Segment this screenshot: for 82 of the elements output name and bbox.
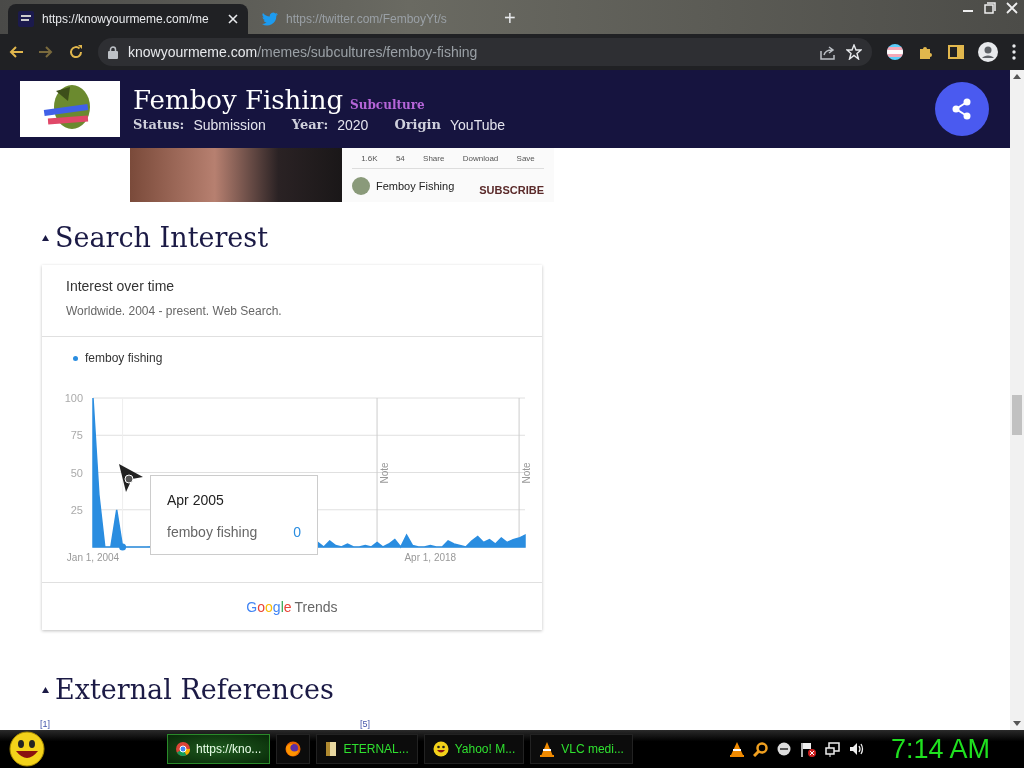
book-icon: [325, 741, 338, 757]
y-tick-label: 75: [70, 429, 83, 442]
taskbar-button[interactable]: [276, 734, 311, 764]
flag-extension-icon[interactable]: [886, 43, 904, 61]
reload-icon[interactable]: [68, 44, 84, 60]
close-icon[interactable]: [1006, 2, 1018, 14]
video-action-label[interactable]: Download: [462, 153, 499, 163]
section-heading: Search Interest: [55, 222, 269, 253]
collapse-triangle-icon[interactable]: [42, 234, 49, 241]
page-title: Femboy Fishing: [133, 85, 344, 115]
google-logo: Google: [246, 598, 292, 615]
puzzle-icon[interactable]: [918, 44, 934, 60]
menu-icon[interactable]: [1012, 44, 1016, 60]
new-tab-button[interactable]: +: [496, 4, 524, 34]
chrome-icon: [176, 742, 190, 756]
smiley-start-icon[interactable]: [8, 731, 46, 767]
video-action-label[interactable]: Share: [423, 153, 445, 163]
traffic-cone-icon[interactable]: [729, 741, 744, 757]
y-tick-label: 50: [70, 466, 83, 479]
scroll-down-icon[interactable]: [1013, 721, 1021, 726]
y-tick-label: 25: [70, 503, 83, 516]
video-action-label[interactable]: Save: [516, 153, 535, 163]
subscribe-button[interactable]: SUBSCRIBE: [479, 183, 544, 196]
video-action-label[interactable]: 1.6K: [361, 153, 378, 163]
restore-icon[interactable]: [984, 2, 996, 14]
field-label: Origin: [394, 117, 441, 133]
tooltip-value: 0: [293, 524, 301, 540]
category-link[interactable]: Subculture: [350, 98, 425, 112]
forward-icon[interactable]: [38, 44, 54, 60]
card-subtitle: Worldwide. 2004 - present. Web Search.: [66, 304, 283, 318]
scroll-up-icon[interactable]: [1013, 74, 1021, 79]
channel-name[interactable]: Femboy Fishing: [376, 179, 455, 192]
traffic-cone-icon: [539, 741, 556, 757]
bird-icon: [262, 12, 278, 26]
firefox-icon: [285, 741, 302, 757]
field-label: Status:: [133, 117, 185, 133]
field-value: YouTube: [450, 117, 506, 133]
field-value: 2020: [337, 117, 369, 133]
legend-label: femboy fishing: [85, 351, 163, 365]
browser-tab[interactable]: https://knowyourmeme.com/me: [8, 4, 248, 34]
star-icon[interactable]: [846, 44, 862, 60]
sidebar-icon[interactable]: [948, 44, 964, 60]
taskbar-button[interactable]: VLC medi...: [530, 734, 633, 764]
cursor-icon: [118, 463, 144, 493]
address-bar[interactable]: knowyourmeme.com/memes/subcultures/femboy-fishing: [98, 38, 872, 66]
channel-avatar: [352, 176, 370, 195]
x-tick-label: Apr 1, 2018: [404, 552, 457, 563]
share-button[interactable]: [935, 82, 989, 136]
scrollbar-thumb[interactable]: [1012, 395, 1022, 435]
flag-alert-icon[interactable]: [799, 741, 816, 757]
reference-number[interactable]: [5]: [360, 719, 680, 729]
trends-label: Trends: [294, 598, 338, 615]
smiley-icon: [432, 741, 449, 757]
y-tick-label: 100: [64, 392, 83, 404]
taskbar-button[interactable]: ETERNAL...: [316, 734, 418, 764]
profile-avatar-icon[interactable]: [978, 42, 998, 62]
taskbar-button[interactable]: Yahoo! M...: [423, 734, 525, 764]
reference-number[interactable]: [1]: [40, 719, 360, 729]
collapse-triangle-icon[interactable]: [42, 686, 49, 693]
taskbar-button[interactable]: https://kno...: [167, 734, 271, 764]
x-tick-label: Jan 1, 2004: [66, 552, 120, 563]
speaker-icon[interactable]: [848, 742, 865, 756]
share-icon: [952, 98, 972, 120]
network-icon[interactable]: [824, 741, 840, 757]
tooltip-term: femboy fishing: [167, 524, 258, 540]
note-label: Note: [521, 462, 531, 484]
close-tab-icon[interactable]: [228, 14, 238, 24]
field-value: Submission: [193, 117, 266, 133]
card-title: Interest over time: [66, 278, 176, 294]
magnifier-icon[interactable]: [752, 741, 768, 757]
share-icon[interactable]: [820, 44, 836, 60]
tooltip-date: Apr 2005: [167, 492, 225, 508]
section-heading: External References: [55, 674, 334, 705]
back-icon[interactable]: [8, 44, 24, 60]
url-text: knowyourmeme.com/memes/subcultures/femboy-fishing: [128, 44, 478, 60]
scrollbar[interactable]: [1010, 70, 1024, 730]
field-label: Year:: [291, 117, 329, 133]
site-favicon-icon: [18, 11, 34, 27]
note-label: Note: [379, 462, 391, 484]
video-action-label[interactable]: 54: [395, 153, 405, 163]
clock[interactable]: 7:14 AM: [890, 733, 990, 765]
lock-icon: [108, 45, 118, 59]
